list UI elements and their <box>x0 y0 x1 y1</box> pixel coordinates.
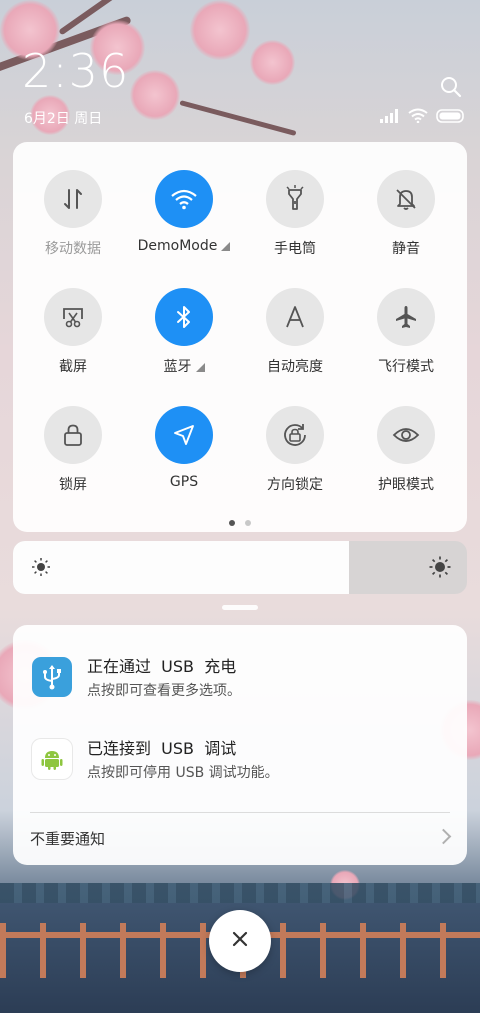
search-icon[interactable] <box>440 76 462 98</box>
tile-lock-screen[interactable]: 锁屏 <box>23 406 123 494</box>
chevron-right-icon[interactable] <box>435 828 452 845</box>
page-dot-active[interactable] <box>229 520 235 526</box>
usb-icon <box>32 657 72 697</box>
quick-settings-panel: 移动数据 DemoMode 手电筒 静音 截屏 蓝牙 自动亮度 飞行模式 锁屏 … <box>13 142 467 532</box>
tile-label: 飞行模式 <box>378 359 434 375</box>
battery-icon <box>436 108 466 127</box>
tile-label: DemoMode <box>134 238 234 254</box>
brightness-fill <box>13 541 349 594</box>
tile-screenshot[interactable]: 截屏 <box>23 288 123 376</box>
divider <box>30 812 450 813</box>
status-icons <box>380 108 466 126</box>
clock: 2:36 <box>22 44 130 98</box>
gps-icon[interactable] <box>155 406 213 464</box>
clear-all-button[interactable] <box>209 910 271 972</box>
tile-eye-care[interactable]: 护眼模式 <box>356 406 456 494</box>
tile-mute[interactable]: 静音 <box>356 170 456 258</box>
airplane-icon[interactable] <box>377 288 435 346</box>
screenshot-icon[interactable] <box>44 288 102 346</box>
tile-label: 自动亮度 <box>267 359 323 375</box>
page-indicator <box>13 520 467 526</box>
wifi-icon[interactable] <box>155 170 213 228</box>
notification-panel: 正在通过 USB 充电 点按即可查看更多选项。 已连接到 USB 调试 点按即可… <box>13 625 467 865</box>
expand-triangle-icon[interactable] <box>221 242 231 251</box>
tile-label: 截屏 <box>59 359 87 375</box>
notification-text: 点按即可停用 USB 调试功能。 <box>87 765 279 781</box>
eye-icon[interactable] <box>377 406 435 464</box>
bluetooth-icon[interactable] <box>155 288 213 346</box>
minor-notifications-link[interactable]: 不重要通知 <box>30 828 105 849</box>
tile-mobile-data[interactable]: 移动数据 <box>23 170 123 258</box>
android-icon <box>32 739 72 779</box>
signal-icon <box>380 108 400 127</box>
tile-gps[interactable]: GPS <box>134 406 234 490</box>
tile-label: 方向锁定 <box>267 477 323 493</box>
mobile-data-icon[interactable] <box>44 170 102 228</box>
tile-label: 蓝牙 <box>134 356 234 376</box>
brightness-low-icon <box>31 557 51 581</box>
brightness-slider[interactable] <box>13 541 467 594</box>
tile-label: GPS <box>169 474 199 490</box>
tile-auto-brightness[interactable]: 自动亮度 <box>245 288 345 376</box>
brightness-high-icon <box>429 556 451 582</box>
tile-label: 手电筒 <box>274 241 316 257</box>
flashlight-icon[interactable] <box>266 170 324 228</box>
tile-rotation-lock[interactable]: 方向锁定 <box>245 406 345 494</box>
tile-wifi[interactable]: DemoMode <box>134 170 234 254</box>
notification-text: 点按即可查看更多选项。 <box>87 683 241 699</box>
close-icon <box>231 930 249 952</box>
tile-label: 静音 <box>392 241 420 257</box>
notification-title: 正在通过 USB 充电 <box>87 657 237 676</box>
tile-label: 锁屏 <box>59 477 87 493</box>
notification-usb-charging[interactable]: 正在通过 USB 充电 点按即可查看更多选项。 <box>13 651 467 721</box>
tile-airplane[interactable]: 飞行模式 <box>356 288 456 376</box>
tile-label: 移动数据 <box>45 241 101 257</box>
mute-bell-icon[interactable] <box>377 170 435 228</box>
lock-icon[interactable] <box>44 406 102 464</box>
date: 6月2日 周日 <box>24 111 103 127</box>
drag-handle[interactable] <box>222 605 258 610</box>
tile-bluetooth[interactable]: 蓝牙 <box>134 288 234 376</box>
page-dot[interactable] <box>245 520 251 526</box>
notification-title: 已连接到 USB 调试 <box>87 739 237 758</box>
tile-flashlight[interactable]: 手电筒 <box>245 170 345 258</box>
expand-triangle-icon[interactable] <box>195 363 205 372</box>
auto-brightness-icon[interactable] <box>266 288 324 346</box>
rotation-lock-icon[interactable] <box>266 406 324 464</box>
notification-usb-debugging[interactable]: 已连接到 USB 调试 点按即可停用 USB 调试功能。 <box>13 733 467 803</box>
tile-label: 护眼模式 <box>378 477 434 493</box>
wifi-status-icon <box>408 108 428 127</box>
